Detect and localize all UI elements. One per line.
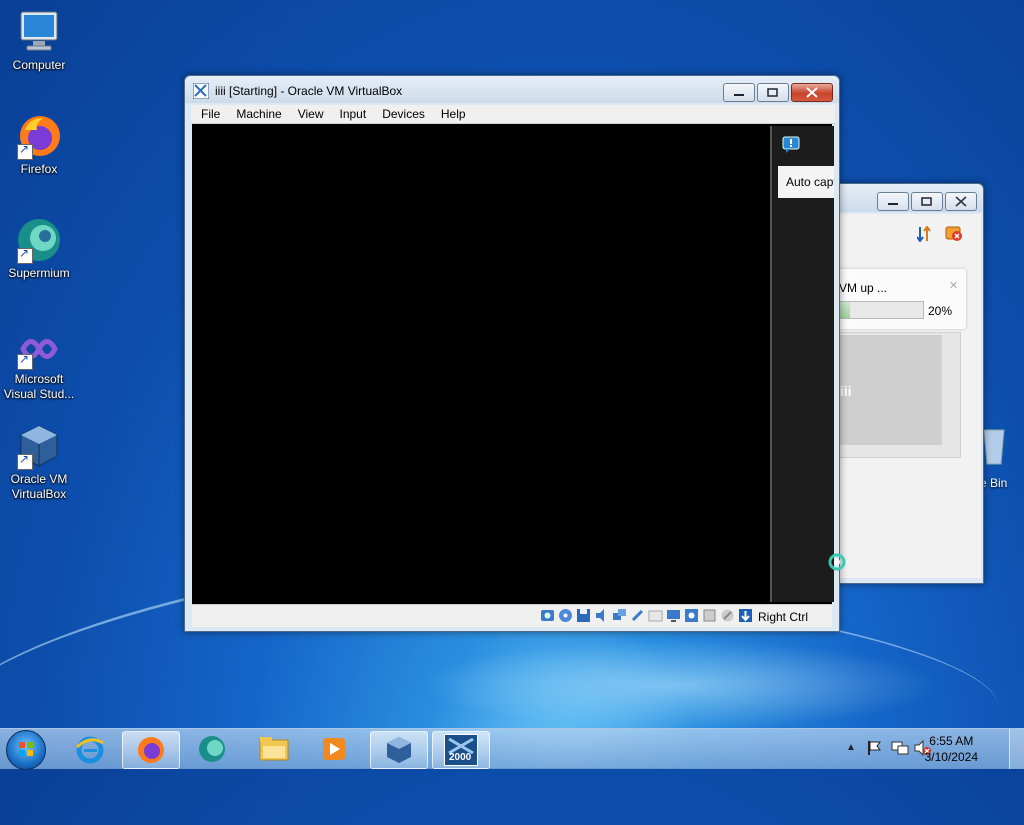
vm-display[interactable]: Auto capt (192, 124, 834, 604)
vm-badge-text: 2000 (449, 752, 472, 763)
clock-date: 3/10/2024 (924, 750, 978, 764)
host-key-icon[interactable] (738, 608, 753, 626)
clock[interactable]: 6:55 AM 3/10/2024 (925, 733, 978, 765)
taskbar-supermium[interactable] (184, 731, 240, 767)
virtualbox-icon (384, 735, 414, 765)
desktop-icon-visual-studio[interactable]: Microsoft Visual Stud... (3, 328, 75, 402)
close-icon[interactable]: ✕ (949, 279, 958, 292)
vm-preview-panel: iiii (831, 332, 961, 458)
host-key-label: Right Ctrl (758, 610, 809, 624)
vm-window[interactable]: iiii [Starting] - Oracle VM VirtualBox F… (184, 75, 840, 632)
taskbar-media-player[interactable] (306, 731, 362, 767)
desktop-icon-label: Computer (12, 58, 66, 72)
shortcut-arrow-icon (17, 452, 33, 470)
shortcut-arrow-icon (17, 142, 33, 160)
desktop-icon-supermium[interactable]: Supermium (3, 216, 75, 281)
desktop-icon-computer[interactable]: Computer (3, 8, 75, 73)
desktop-icon-label: Firefox (20, 162, 58, 176)
sort-icon[interactable] (916, 225, 931, 243)
taskbar-internet-explorer[interactable] (62, 731, 118, 767)
optical-drive-icon[interactable] (558, 608, 573, 626)
shared-folder-icon[interactable] (648, 608, 663, 626)
progress-percent: 20% (928, 304, 953, 318)
start-button[interactable] (6, 730, 46, 770)
window-title: iiii [Starting] - Oracle VM VirtualBox (215, 84, 403, 98)
notification-center-icon[interactable] (945, 224, 963, 242)
show-hidden-icons-button[interactable]: ▲ (846, 742, 856, 753)
media-player-icon (319, 734, 349, 764)
busy-cursor-icon (828, 553, 846, 571)
auto-capture-notice[interactable]: Auto capt (778, 166, 834, 198)
recycle-bin-icon (982, 424, 1008, 466)
usb-icon[interactable] (630, 608, 645, 626)
close-button[interactable] (791, 83, 833, 102)
menu-machine[interactable]: Machine (228, 105, 289, 123)
maximize-button[interactable] (911, 192, 943, 211)
computer-icon (15, 8, 63, 56)
desktop-icon-firefox[interactable]: Firefox (3, 112, 75, 177)
close-button[interactable] (945, 192, 977, 211)
cpu-icon[interactable] (702, 608, 717, 626)
maximize-button[interactable] (757, 83, 789, 102)
desktop-icon-label: Microsoft Visual Stud... (3, 372, 75, 401)
vm-titlebar[interactable]: iiii [Starting] - Oracle VM VirtualBox (185, 76, 839, 103)
menu-bar: File Machine View Input Devices Help (191, 105, 835, 124)
vm-2000-icon: 2000 (444, 734, 478, 766)
shortcut-arrow-icon (17, 352, 33, 370)
taskbar-vm-2000[interactable]: 2000 (432, 731, 490, 769)
network-tray-icon[interactable] (891, 740, 909, 756)
desktop-icon-label: e Bin (980, 476, 1008, 490)
taskbar: 2000 ▲ 6:55 AM 3/10/2024 (0, 728, 1024, 770)
info-icon (782, 136, 800, 154)
vm-status-bar: Right Ctrl (192, 604, 832, 627)
hard-disk-icon[interactable] (540, 608, 555, 626)
desktop-icon-virtualbox[interactable]: Oracle VM VirtualBox (3, 422, 75, 502)
supermium-icon (197, 734, 227, 764)
wallpaper-glow (420, 640, 940, 730)
minimize-button[interactable] (877, 192, 909, 211)
virtualbox-manager-window[interactable]: VM up ... ✕ 20% iiii (820, 183, 984, 584)
menu-help[interactable]: Help (433, 105, 474, 123)
virtualbox-icon (15, 422, 63, 470)
show-desktop-button[interactable] (1009, 729, 1024, 769)
recording-icon[interactable] (684, 608, 699, 626)
minimize-button[interactable] (723, 83, 755, 102)
manager-titlebar[interactable] (821, 184, 983, 212)
menu-devices[interactable]: Devices (374, 105, 433, 123)
notification-side-panel: Auto capt (770, 126, 834, 602)
progress-bar (831, 301, 924, 319)
progress-text: VM up ... (839, 281, 888, 295)
progress-notification: VM up ... ✕ 20% (831, 269, 966, 329)
menu-input[interactable]: Input (332, 105, 375, 123)
desktop-icon-label: Oracle VM VirtualBox (10, 472, 68, 501)
audio-icon[interactable] (594, 608, 609, 626)
manager-body: VM up ... ✕ 20% iiii (821, 214, 981, 578)
auto-capture-text: Auto capt (786, 175, 834, 189)
supermium-icon (15, 216, 63, 264)
menu-file[interactable]: File (193, 105, 228, 123)
desktop-icon-label: Supermium (8, 266, 70, 280)
internet-explorer-icon (75, 735, 105, 765)
floppy-icon[interactable] (576, 608, 591, 626)
network-icon[interactable] (612, 608, 627, 626)
visual-studio-icon (15, 328, 63, 370)
taskbar-virtualbox[interactable] (370, 731, 428, 769)
display-icon[interactable] (666, 608, 681, 626)
firefox-icon (15, 112, 63, 160)
taskbar-firefox[interactable] (122, 731, 180, 769)
clock-time: 6:55 AM (929, 734, 974, 748)
menu-view[interactable]: View (290, 105, 332, 123)
mouse-integration-icon[interactable] (720, 608, 735, 626)
virtualbox-window-icon (192, 82, 210, 100)
firefox-icon (136, 735, 166, 765)
shortcut-arrow-icon (17, 246, 33, 264)
explorer-icon (258, 734, 290, 764)
vm-preview-screen: iiii (834, 335, 942, 445)
action-center-flag-icon[interactable] (866, 740, 882, 756)
taskbar-explorer[interactable] (246, 731, 302, 767)
